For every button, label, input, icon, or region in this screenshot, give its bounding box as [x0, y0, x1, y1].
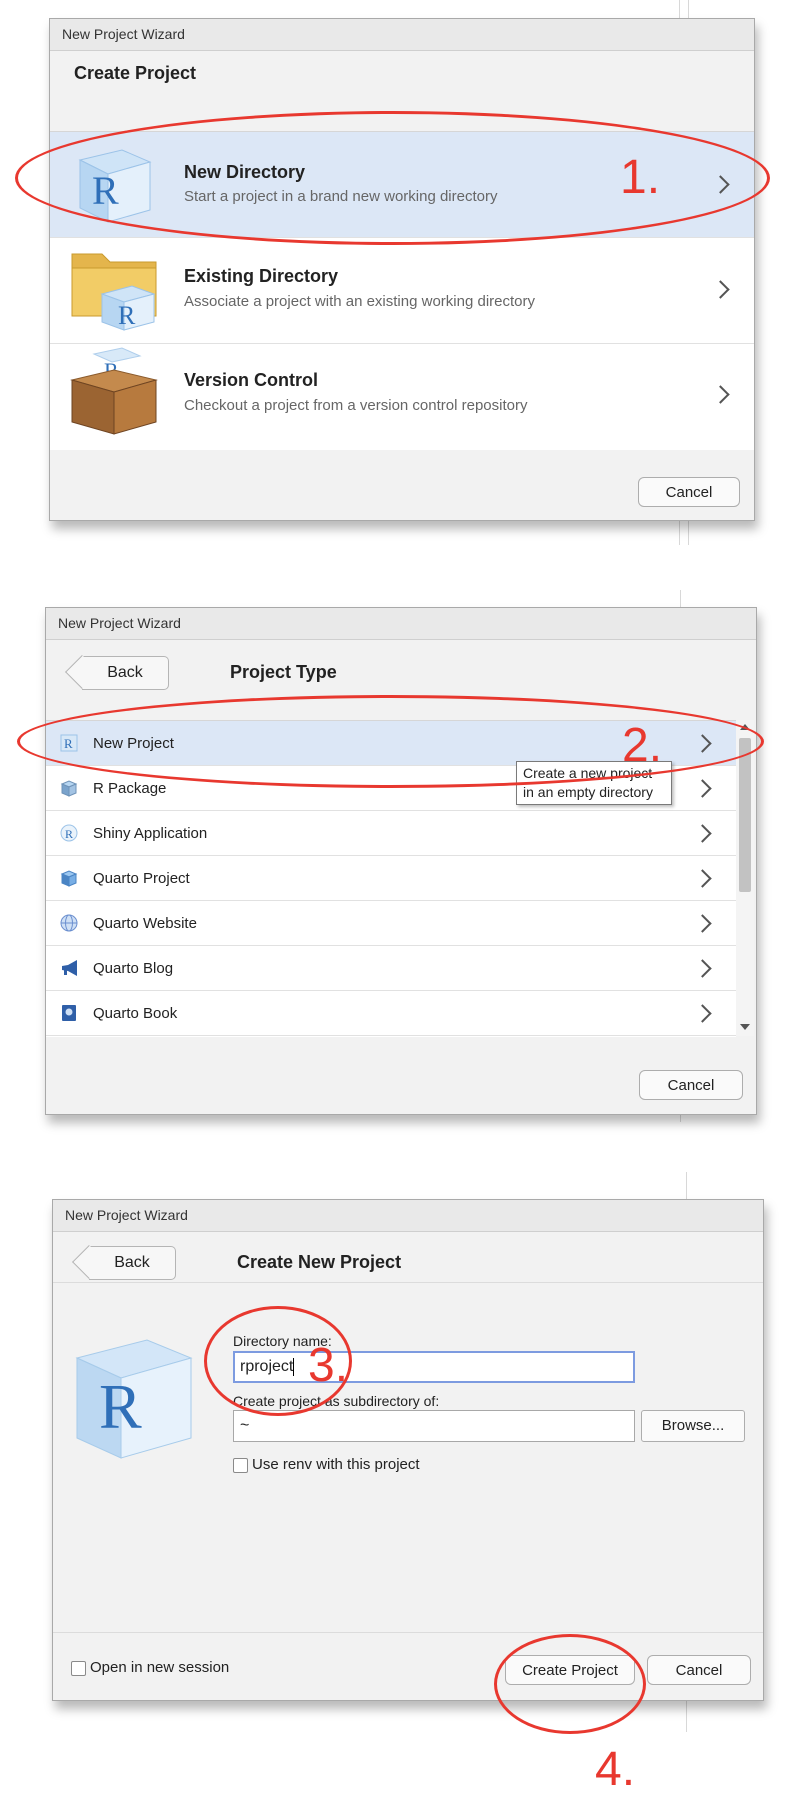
back-button[interactable]: Back	[89, 1246, 176, 1280]
r-cube-icon: R	[75, 1339, 193, 1459]
list-item-quarto-book[interactable]: Quarto Book	[46, 991, 736, 1036]
renv-checkbox[interactable]	[233, 1458, 248, 1473]
svg-text:R: R	[99, 1371, 142, 1442]
chevron-right-icon	[693, 959, 712, 978]
option-description: Checkout a project from a version contro…	[184, 397, 528, 414]
option-title: Existing Directory	[184, 266, 339, 286]
annotation-step-2: 2.	[622, 719, 663, 772]
svg-text:R: R	[65, 827, 73, 841]
list-item-label: Shiny Application	[93, 825, 208, 842]
chevron-right-icon	[693, 824, 712, 843]
option-title: Version Control	[184, 370, 319, 390]
dialog-header: Create Project	[50, 51, 754, 101]
create-project-dialog: New Project Wizard Create Project R New …	[49, 18, 755, 521]
cancel-button[interactable]: Cancel	[639, 1070, 743, 1100]
list-item-label: R Package	[93, 780, 167, 797]
dialog-header: Back Create New Project	[53, 1232, 763, 1283]
window-title: New Project Wizard	[50, 19, 754, 51]
folder-r-icon: R	[71, 253, 157, 331]
window-title: New Project Wizard	[53, 1200, 763, 1232]
list-item-shiny-application[interactable]: R Shiny Application	[46, 811, 736, 856]
scroll-down-arrow-icon[interactable]	[740, 1024, 750, 1030]
footer-divider	[53, 1632, 763, 1633]
option-existing-directory[interactable]: R Existing Directory Associate a project…	[50, 238, 754, 344]
list-item-quarto-website[interactable]: Quarto Website	[46, 901, 736, 946]
package-icon	[60, 780, 78, 797]
annotation-step-4: 4.	[595, 1743, 636, 1796]
chevron-right-icon	[693, 1004, 712, 1023]
scrollbar-thumb[interactable]	[739, 738, 751, 892]
chevron-right-icon	[711, 280, 730, 299]
chevron-right-icon	[711, 385, 730, 404]
scrollbar-track[interactable]	[736, 720, 754, 1036]
annotation-step-3: 3.	[308, 1339, 349, 1392]
megaphone-icon	[62, 960, 77, 976]
page-title: Create New Project	[237, 1252, 402, 1272]
browse-button[interactable]: Browse...	[641, 1410, 745, 1442]
page-title: Create Project	[74, 63, 197, 83]
quarto-project-icon	[60, 870, 78, 887]
annotation-step-1: 1.	[620, 151, 661, 204]
cancel-button[interactable]: Cancel	[647, 1655, 751, 1685]
list-item-label: Quarto Project	[93, 870, 190, 887]
list-item-label: Quarto Book	[93, 1005, 178, 1022]
list-item-quarto-blog[interactable]: Quarto Blog	[46, 946, 736, 991]
back-label: Back	[114, 1254, 150, 1271]
option-version-control[interactable]: R Version Control Checkout a project fro…	[50, 344, 754, 450]
svg-text:R: R	[118, 301, 136, 330]
open-new-session-label: Open in new session	[90, 1659, 230, 1676]
chevron-right-icon	[693, 869, 712, 888]
cancel-button[interactable]: Cancel	[638, 477, 740, 507]
list-item-label: Quarto Blog	[93, 960, 174, 977]
list-item-label: Quarto Website	[93, 915, 197, 932]
shiny-icon: R	[60, 824, 78, 842]
chevron-right-icon	[693, 779, 712, 798]
book-icon	[62, 1005, 76, 1021]
create-new-project-dialog: New Project Wizard Back Create New Proje…	[52, 1199, 764, 1701]
chevron-right-icon	[693, 914, 712, 933]
window-title: New Project Wizard	[46, 608, 756, 640]
project-type-dialog: New Project Wizard Back Project Type R N…	[45, 607, 757, 1115]
option-description: Associate a project with an existing wor…	[184, 293, 535, 310]
renv-label: Use renv with this project	[252, 1456, 420, 1473]
page-title: Project Type	[230, 662, 337, 682]
list-item-quarto-project[interactable]: Quarto Project	[46, 856, 736, 901]
back-button[interactable]: Back	[82, 656, 169, 690]
open-new-session-checkbox[interactable]	[71, 1661, 86, 1676]
dialog-header: Back Project Type	[46, 640, 756, 690]
annotation-ellipse-4	[494, 1634, 646, 1734]
quarto-website-icon	[60, 914, 78, 932]
back-label: Back	[107, 664, 143, 681]
box-r-icon: R	[70, 347, 158, 435]
